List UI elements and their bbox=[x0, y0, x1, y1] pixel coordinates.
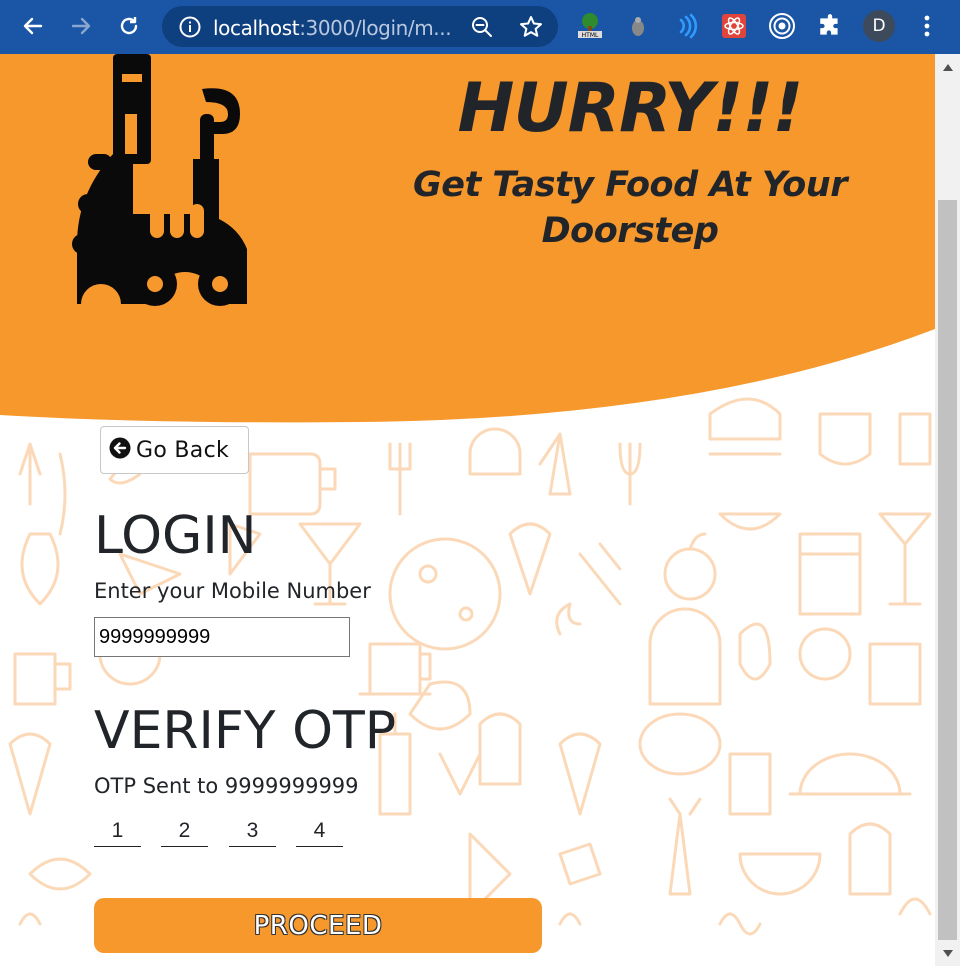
kebab-menu-icon[interactable] bbox=[912, 11, 942, 41]
scroll-down-arrow-icon[interactable] bbox=[935, 940, 960, 966]
page-viewport: HURRY!!! Get Tasty Food At Your Doorstep… bbox=[0, 54, 935, 966]
login-heading: LOGIN bbox=[94, 506, 257, 566]
delivery-scooter-logo bbox=[72, 54, 247, 306]
otp-digit-2[interactable] bbox=[161, 816, 208, 847]
svg-text:HTML: HTML bbox=[582, 32, 599, 39]
scrollbar-thumb[interactable] bbox=[938, 200, 957, 940]
puzzle-extensions-icon[interactable] bbox=[815, 11, 845, 41]
hero-tagline: Get Tasty Food At Your Doorstep bbox=[413, 165, 847, 251]
arrow-circle-left-icon bbox=[109, 437, 131, 464]
proceed-button[interactable]: PROCEED bbox=[94, 898, 542, 953]
verify-otp-heading: VERIFY OTP bbox=[94, 701, 397, 761]
vertical-scrollbar[interactable] bbox=[935, 54, 960, 966]
reload-icon[interactable] bbox=[112, 9, 146, 43]
bookmark-star-icon[interactable] bbox=[518, 14, 544, 45]
ghost-extension-icon[interactable] bbox=[623, 11, 653, 41]
otp-sent-text: OTP Sent to 9999999999 bbox=[94, 774, 359, 798]
url-text: localhost:3000/login/m... bbox=[213, 16, 452, 40]
back-arrow-icon[interactable] bbox=[16, 9, 50, 43]
mobile-number-input[interactable] bbox=[94, 617, 350, 657]
go-back-button[interactable]: Go Back bbox=[100, 426, 249, 474]
otp-digit-1[interactable] bbox=[94, 816, 141, 847]
address-bar[interactable]: localhost:3000/login/m... bbox=[162, 6, 558, 47]
html-tree-extension-icon[interactable]: HTML bbox=[575, 11, 605, 41]
profile-avatar[interactable]: D bbox=[863, 10, 895, 42]
browser-toolbar: localhost:3000/login/m... HTML D bbox=[0, 0, 960, 54]
go-back-label: Go Back bbox=[136, 437, 230, 463]
forward-arrow-icon[interactable] bbox=[64, 9, 98, 43]
site-info-icon[interactable] bbox=[178, 15, 202, 44]
proceed-label: PROCEED bbox=[253, 910, 383, 941]
zoom-icon[interactable] bbox=[470, 15, 494, 44]
url-host: localhost bbox=[213, 16, 300, 40]
react-devtools-icon[interactable] bbox=[719, 11, 749, 41]
otp-digit-3[interactable] bbox=[229, 816, 276, 847]
scroll-up-arrow-icon[interactable] bbox=[935, 54, 960, 80]
hero-headline: HURRY!!! bbox=[457, 69, 804, 148]
target-extension-icon[interactable] bbox=[767, 11, 797, 41]
url-path: :3000/login/m... bbox=[299, 16, 452, 40]
mobile-number-label: Enter your Mobile Number bbox=[94, 579, 371, 603]
otp-digit-4[interactable] bbox=[296, 816, 343, 847]
wireless-extension-icon[interactable] bbox=[671, 11, 701, 41]
